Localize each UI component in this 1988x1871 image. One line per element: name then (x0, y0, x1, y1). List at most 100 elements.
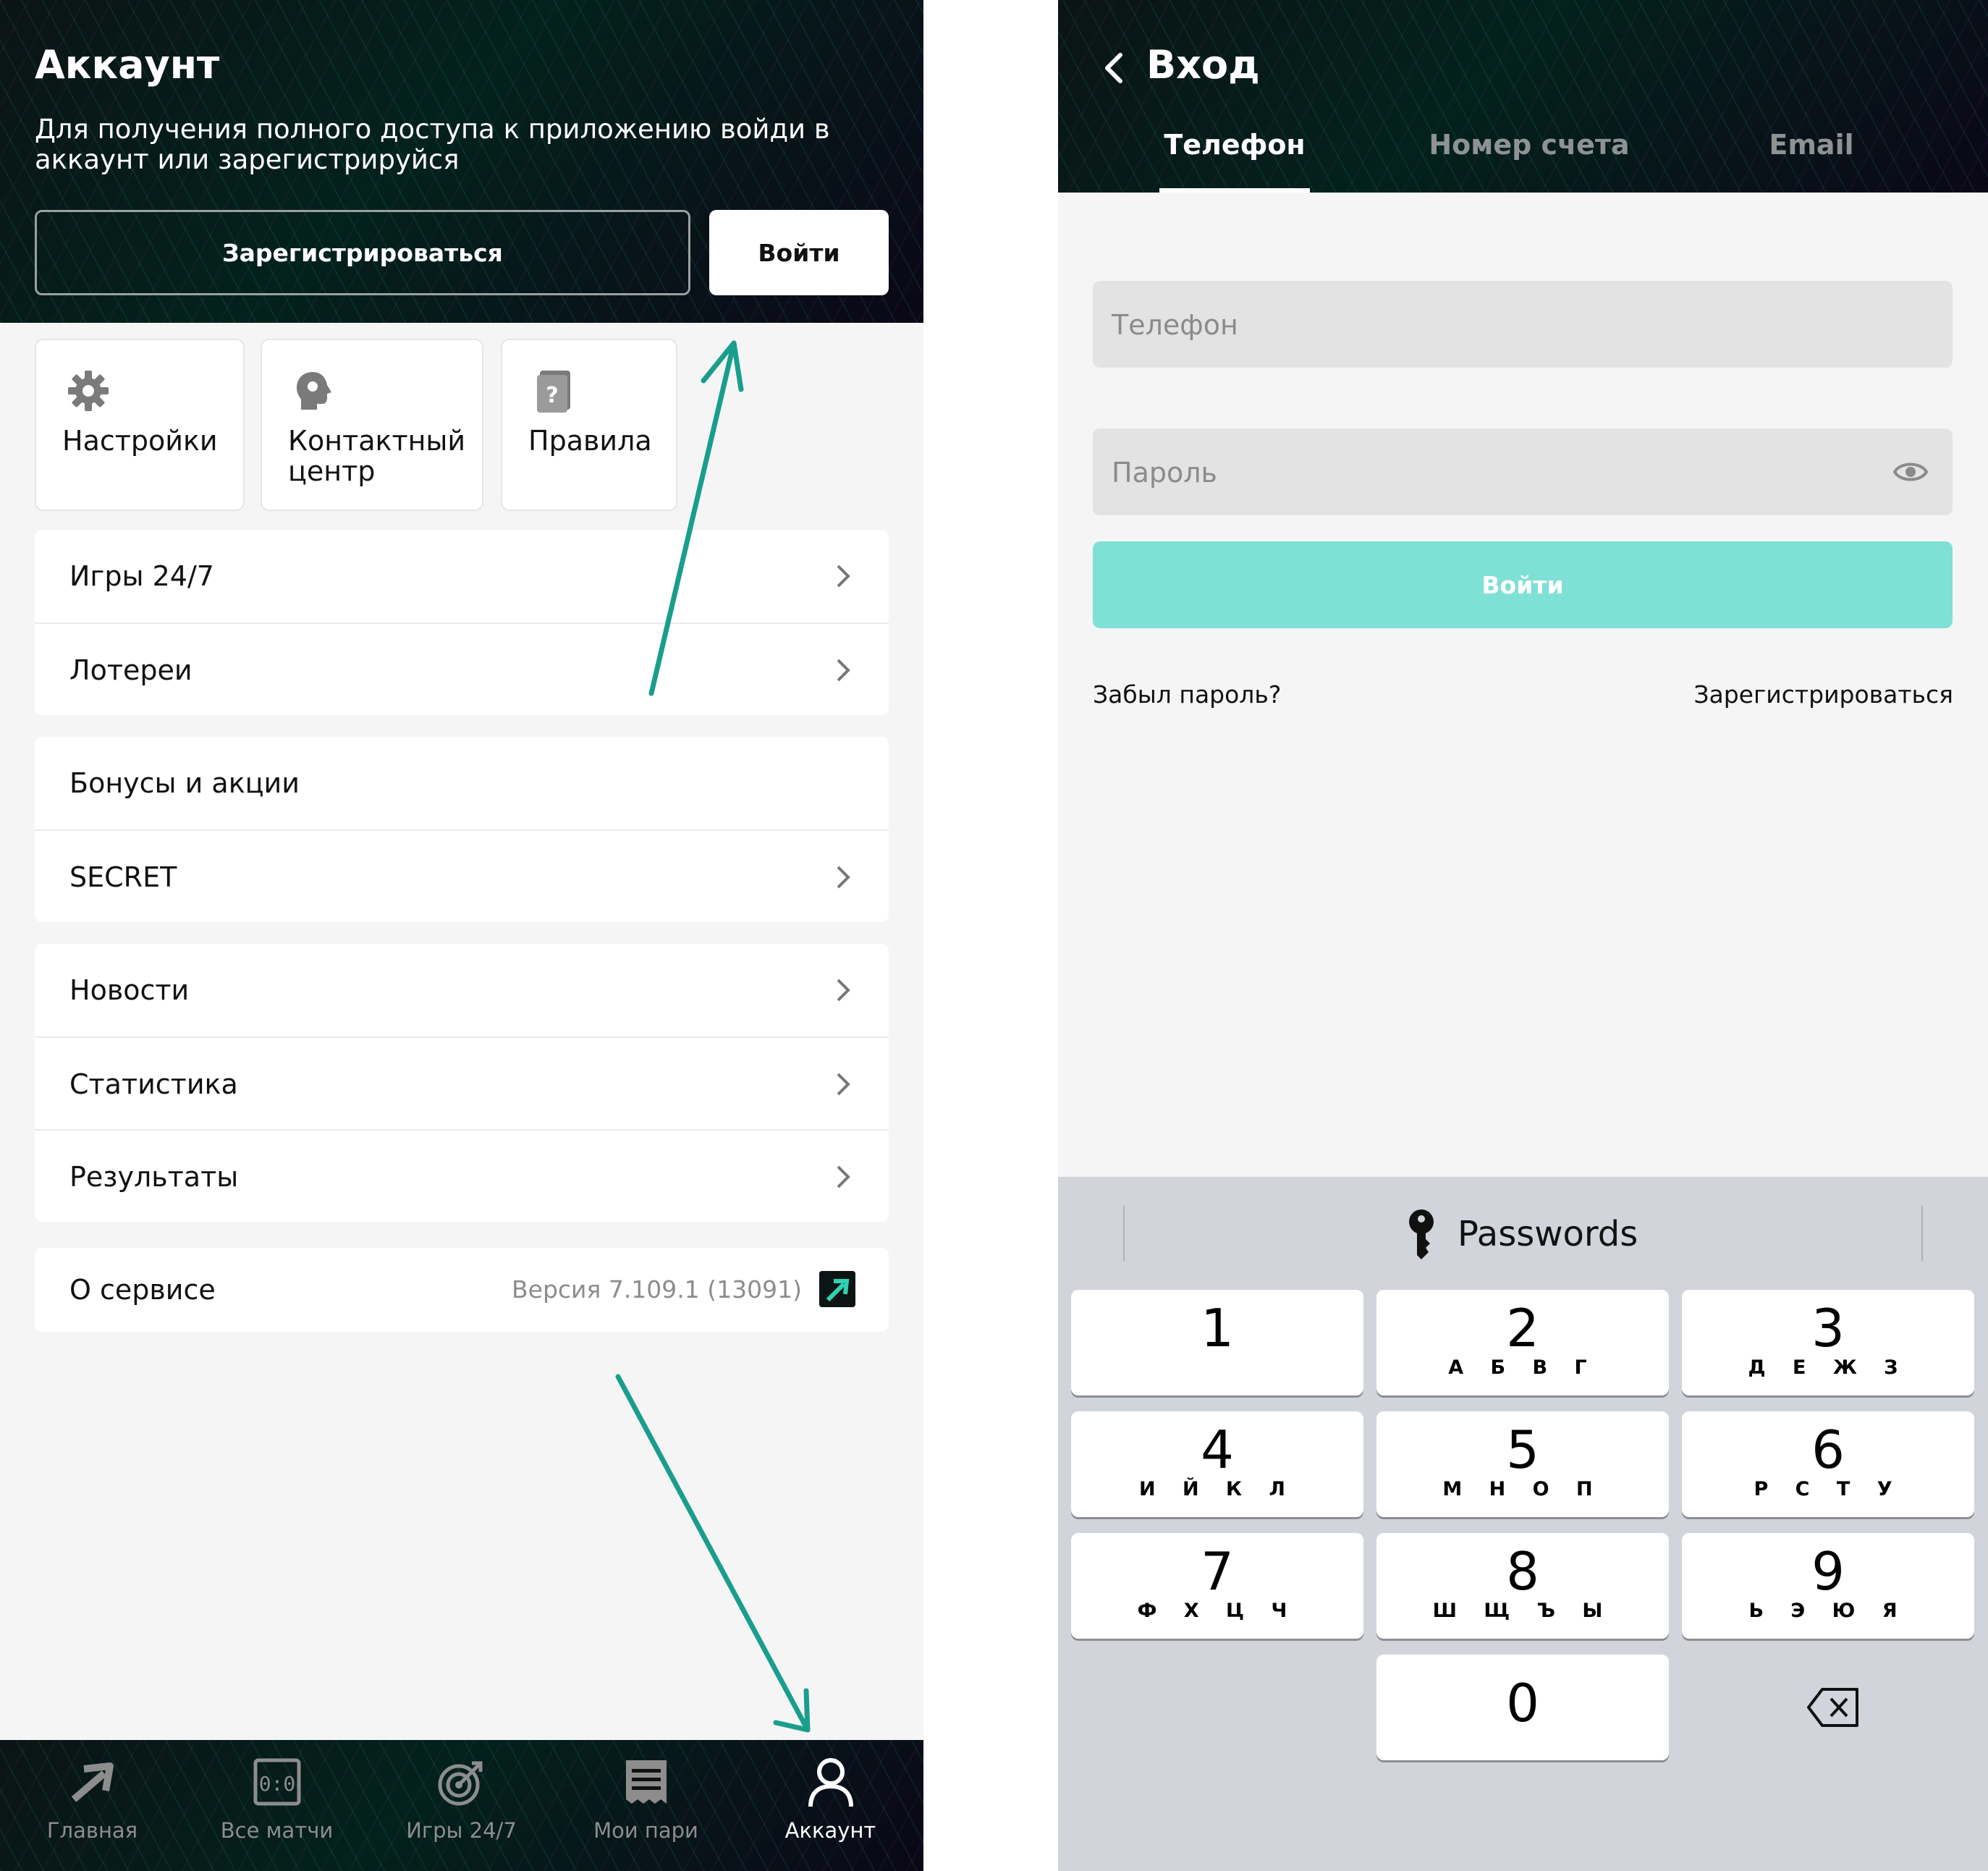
scoreboard-icon: 0:0 (253, 1758, 300, 1806)
chevron-right-icon (837, 659, 850, 682)
menu-item-label: Игры 24/7 (69, 560, 214, 592)
key-0[interactable]: 0 (1376, 1655, 1669, 1760)
password-field[interactable] (1093, 428, 1953, 517)
key-3[interactable]: 3 Д Е Ж З (1682, 1290, 1974, 1395)
tab-email[interactable]: Email (1757, 129, 1866, 193)
key-letters: И Й К Л (1139, 1478, 1295, 1500)
key-digit: 4 (1201, 1419, 1234, 1480)
tab-account[interactable]: Аккаунт (738, 1740, 923, 1871)
menu-item-bonuses[interactable]: Бонусы и акции (35, 737, 889, 829)
tab-my-bets[interactable]: Мои пари (554, 1740, 738, 1871)
menu-item-lotteries[interactable]: Лотереи (35, 622, 889, 715)
key-digit: 1 (1201, 1298, 1234, 1359)
menu-item-label: Результаты (69, 1161, 239, 1193)
key-digit: 0 (1506, 1673, 1539, 1733)
key-6[interactable]: 6 Р С Т У (1682, 1411, 1974, 1517)
key-1[interactable]: 1 (1071, 1290, 1363, 1395)
chevron-right-icon (837, 1073, 850, 1096)
tab-phone[interactable]: Телефон (1159, 129, 1310, 193)
tab-label: Все матчи (220, 1818, 334, 1843)
login-screen: Вход Телефон Номер счета Email Войти Заб… (1058, 0, 1988, 1871)
passwords-button[interactable]: Passwords (1405, 1209, 1638, 1259)
menu-group-games: Игры 24/7 Лотереи (35, 530, 889, 715)
key-letters: М Н О П (1442, 1478, 1603, 1500)
menu-group-bonuses: Бонусы и акции SECRET (35, 737, 889, 922)
key-letters: Ь Э Ю Я (1748, 1600, 1908, 1622)
chevron-right-icon (837, 1165, 850, 1188)
key-digit: 5 (1506, 1419, 1539, 1480)
submit-login-button[interactable]: Войти (1093, 541, 1953, 628)
login-button[interactable]: Войти (709, 210, 889, 295)
app-version: Версия 7.109.1 (13091) (512, 1275, 802, 1304)
forgot-password-link[interactable]: Забыл пароль? (1093, 680, 1281, 709)
tab-account-number[interactable]: Номер счета (1424, 129, 1634, 193)
tile-rules[interactable]: ? Правила (501, 339, 677, 511)
tab-games-24-7[interactable]: Игры 24/7 (369, 1740, 554, 1871)
backspace-icon (1807, 1688, 1858, 1727)
key-digit: 2 (1506, 1298, 1539, 1359)
home-arrow-icon (71, 1762, 114, 1802)
key-digit: 3 (1811, 1298, 1845, 1359)
menu-item-label: О сервисе (69, 1274, 216, 1306)
menu-item-news[interactable]: Новости (35, 944, 889, 1036)
menu-item-results[interactable]: Результаты (35, 1129, 889, 1222)
register-button[interactable]: Зарегистрироваться (35, 210, 690, 295)
arrow-to-account-tab (615, 1374, 811, 1733)
key-digit: 7 (1201, 1541, 1234, 1602)
tile-contact-center[interactable]: Контактный центр (261, 339, 483, 511)
menu-item-about-service[interactable]: О сервисе Версия 7.109.1 (13091) (35, 1248, 889, 1332)
chevron-right-icon (837, 866, 850, 889)
key-4[interactable]: 4 И Й К Л (1071, 1411, 1363, 1517)
key-letters: Д Е Ж З (1748, 1356, 1908, 1379)
tile-label: Правила (528, 425, 652, 457)
bar-divider (1921, 1206, 1923, 1261)
back-chevron-icon[interactable] (1100, 51, 1129, 85)
tab-label: Главная (46, 1818, 138, 1843)
key-5[interactable]: 5 М Н О П (1376, 1411, 1669, 1517)
keyboard-suggestion-bar: Passwords (1058, 1177, 1988, 1285)
svg-text:0:0: 0:0 (258, 1772, 295, 1796)
password-input[interactable] (1110, 428, 1837, 517)
key-letters: Р С Т У (1754, 1478, 1903, 1500)
key-letters: Ф Х Ц Ч (1137, 1600, 1298, 1622)
bottom-tab-bar: Главная 0:0 Все матчи Игры 24/7 Мои пари… (0, 1740, 923, 1871)
menu-item-label: Новости (69, 974, 190, 1006)
eye-icon[interactable] (1893, 457, 1928, 486)
key-digit: 6 (1811, 1419, 1845, 1480)
account-screen: Аккаунт Для получения полного доступа к … (0, 0, 923, 1871)
gear-icon (68, 371, 109, 411)
tab-label: Игры 24/7 (406, 1818, 517, 1843)
key-7[interactable]: 7 Ф Х Ц Ч (1071, 1533, 1363, 1639)
person-icon (808, 1758, 853, 1807)
login-header: Вход Телефон Номер счета Email (1058, 0, 1988, 193)
key-2[interactable]: 2 А Б В Г (1376, 1290, 1669, 1395)
menu-item-games-24-7[interactable]: Игры 24/7 (35, 530, 889, 622)
menu-item-label: Лотереи (69, 654, 193, 686)
phone-field[interactable] (1093, 281, 1953, 369)
tab-label: Аккаунт (784, 1818, 876, 1843)
tab-all-matches[interactable]: 0:0 Все матчи (185, 1740, 369, 1871)
register-link[interactable]: Зарегистрироваться (1693, 680, 1953, 709)
receipt-icon (625, 1760, 667, 1804)
tab-home[interactable]: Главная (0, 1740, 185, 1871)
app-logo-icon (819, 1271, 855, 1307)
key-icon (1409, 1209, 1434, 1259)
key-letters: Ш Щ Ъ Ы (1432, 1600, 1613, 1622)
target-icon (438, 1761, 482, 1806)
key-letters: А Б В Г (1448, 1356, 1597, 1379)
numeric-keyboard: Passwords 1 2 А Б В Г 3 Д Е Ж З 4 И Й К … (1058, 1177, 1988, 1871)
menu-group-about: О сервисе Версия 7.109.1 (13091) (35, 1248, 889, 1332)
phone-input[interactable] (1110, 281, 1837, 369)
support-head-icon (297, 372, 331, 410)
delete-key[interactable] (1682, 1655, 1974, 1760)
tile-label: Настройки (62, 425, 218, 457)
tab-label: Мои пари (593, 1818, 698, 1843)
menu-item-secret[interactable]: SECRET (35, 829, 889, 922)
key-digit: 8 (1506, 1541, 1539, 1602)
tile-settings[interactable]: Настройки (35, 339, 245, 511)
account-header: Аккаунт Для получения полного доступа к … (0, 0, 923, 323)
menu-item-label: SECRET (69, 861, 177, 893)
key-8[interactable]: 8 Ш Щ Ъ Ы (1376, 1533, 1669, 1639)
key-9[interactable]: 9 Ь Э Ю Я (1682, 1533, 1974, 1639)
menu-item-statistics[interactable]: Статистика (35, 1036, 889, 1129)
